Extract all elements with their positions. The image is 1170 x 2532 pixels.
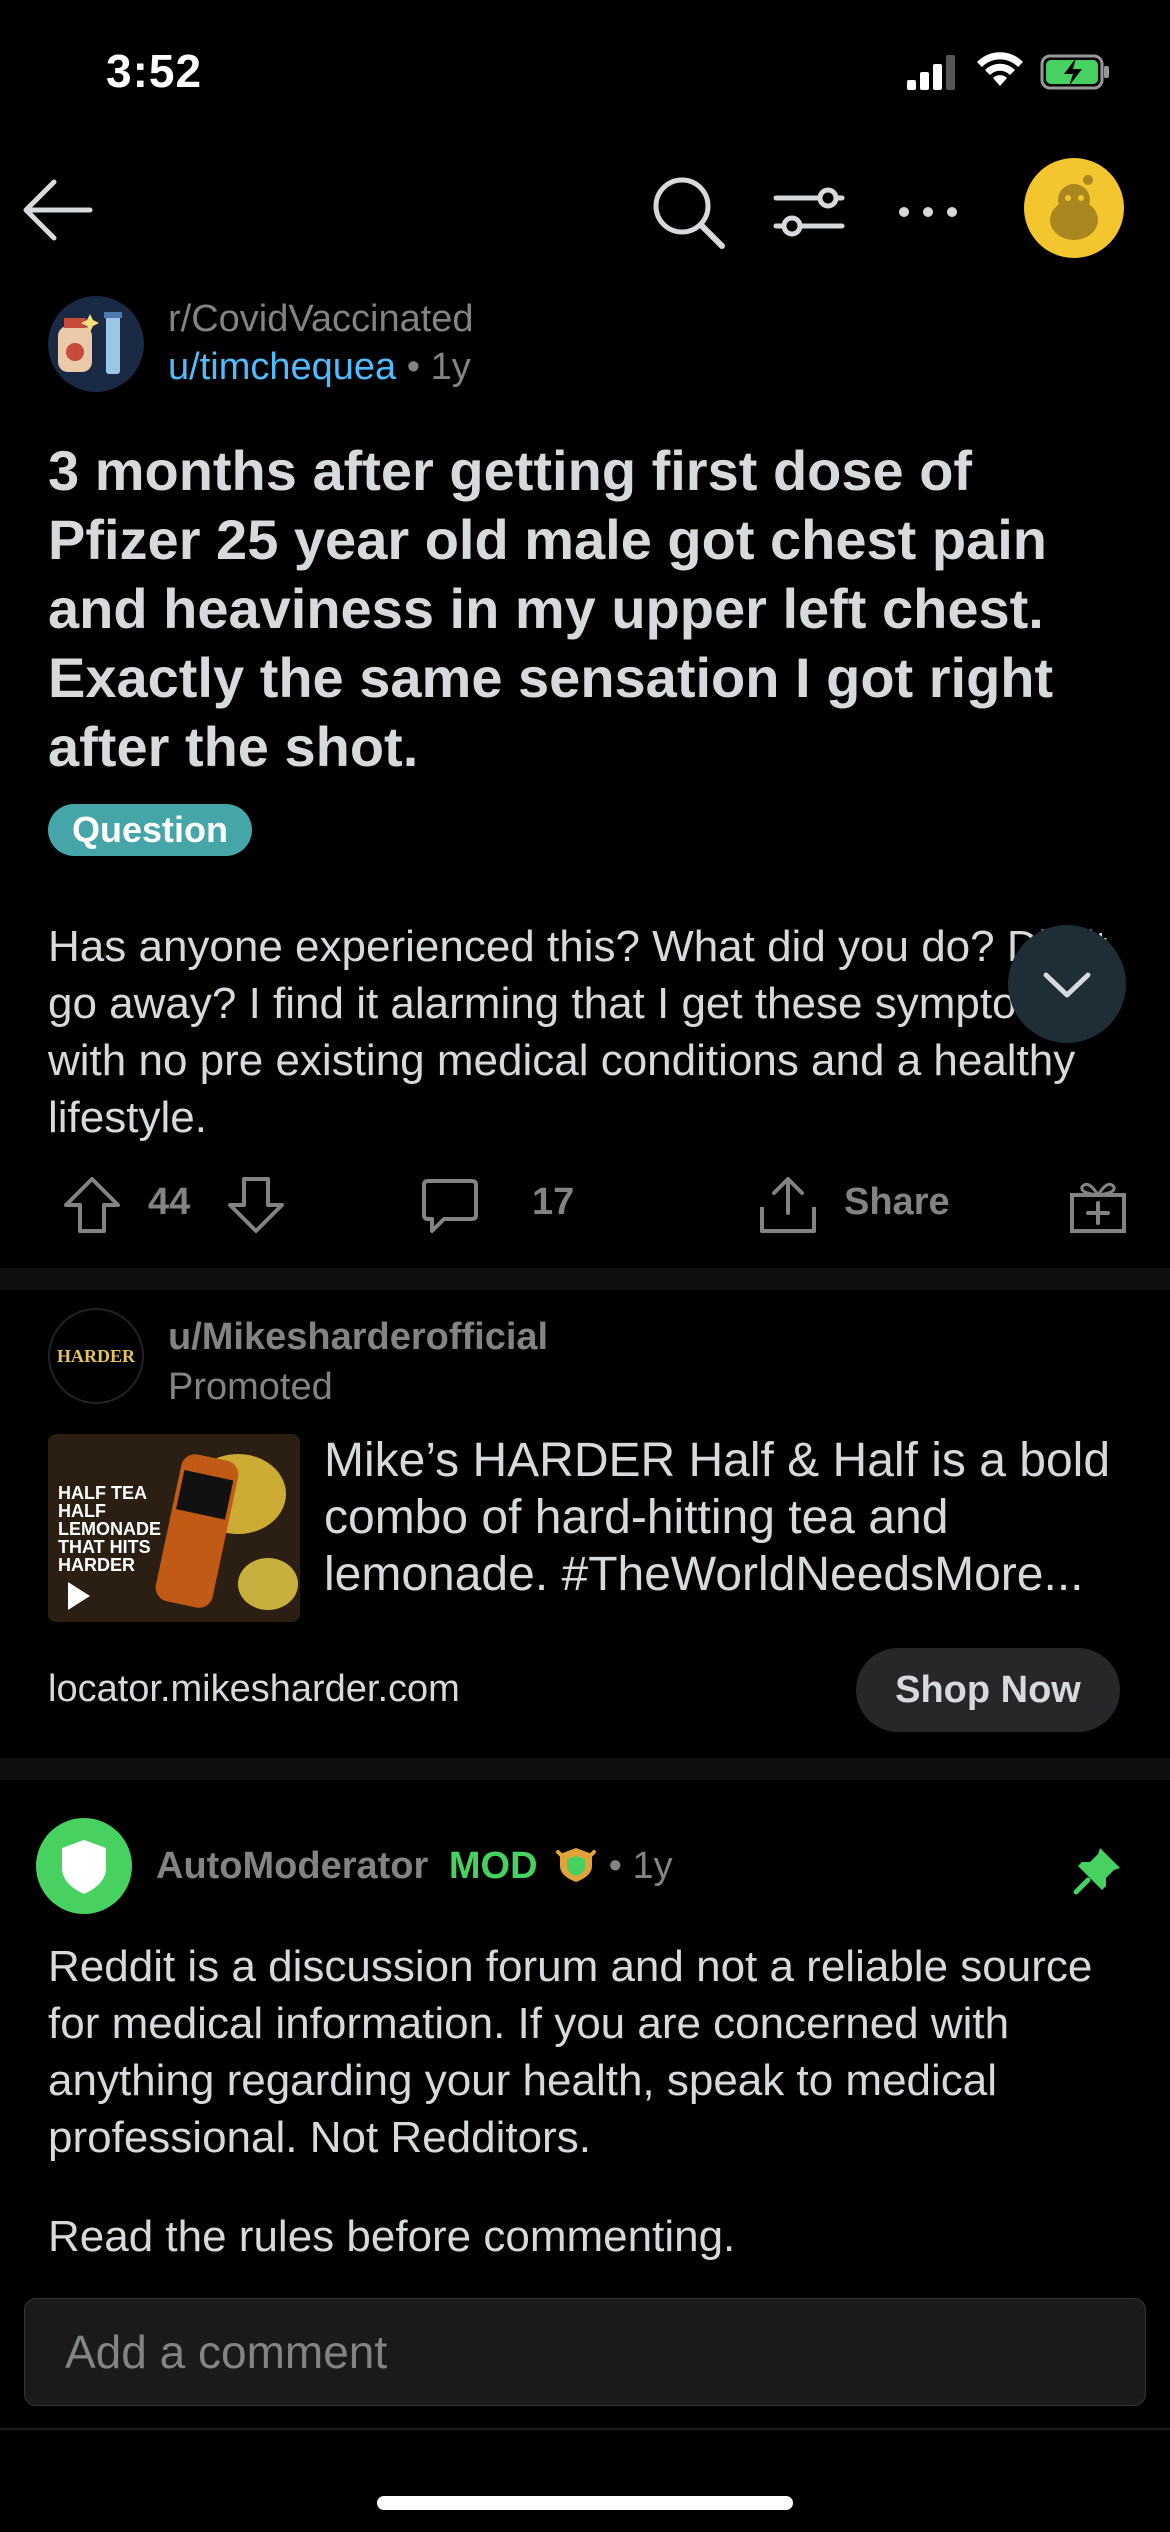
wifi-icon	[977, 52, 1023, 86]
author-link[interactable]: u/timchequea	[168, 346, 396, 388]
share-label[interactable]: Share	[844, 1181, 950, 1224]
vote-count: 44	[148, 1181, 191, 1223]
post-body: Has anyone experienced this? What did yo…	[48, 922, 1108, 1142]
harder-logo-icon: HARDER	[57, 1346, 136, 1366]
user-avatar[interactable]	[1024, 158, 1124, 258]
search-icon[interactable]	[648, 172, 728, 252]
snoo-avatar-icon	[1050, 175, 1098, 240]
comment-count[interactable]: 17	[532, 1181, 574, 1224]
subreddit-name[interactable]: r/CovidVaccinated	[168, 298, 474, 341]
comment-meta: AutoModerator MOD • 1y	[156, 1844, 673, 1888]
vaccine-icon	[58, 312, 122, 374]
shield-icon	[62, 1840, 106, 1894]
post-title: 3 months after getting first dose of Pfi…	[48, 439, 1054, 778]
post-action-bar: 44 17 Share	[0, 1165, 1170, 1245]
filter-icon[interactable]	[768, 172, 848, 252]
mod-shield-badge-icon	[556, 1848, 597, 1882]
downvote-icon[interactable]	[224, 1173, 288, 1237]
promoted-text[interactable]: Mike’s HARDER Half & Half is a bold comb…	[324, 1432, 1134, 1603]
comment-author[interactable]: AutoModerator	[156, 1845, 428, 1887]
top-nav-bar	[0, 150, 1170, 270]
status-time: 3:52	[106, 45, 203, 97]
award-icon[interactable]	[1066, 1173, 1130, 1237]
separator-dot: •	[608, 1845, 633, 1887]
comment-age: 1y	[632, 1845, 673, 1887]
shop-now-button[interactable]: Shop Now	[856, 1648, 1120, 1732]
home-indicator[interactable]	[377, 2496, 793, 2510]
promoted-video-thumbnail[interactable]: HALF TEA HALF LEMONADE THAT HITS HARDER	[48, 1434, 300, 1622]
comment-body: Reddit is a discussion forum and not a r…	[48, 1942, 1093, 2162]
comment-icon[interactable]	[418, 1173, 482, 1237]
separator-dot: •	[406, 346, 431, 388]
add-comment-input[interactable]	[24, 2298, 1146, 2406]
post-flair[interactable]: Question	[48, 804, 253, 856]
status-bar: 3:52	[0, 0, 1170, 150]
automoderator-avatar[interactable]	[36, 1818, 132, 1914]
comment-composer-bar	[0, 2262, 1170, 2532]
thumbnail-caption: HALF TEA HALF LEMONADE THAT HITS HARDER	[58, 1484, 161, 1574]
svg-text:HARDER: HARDER	[57, 1346, 136, 1366]
post-header: r/CovidVaccinated u/timchequea • 1y	[48, 294, 1128, 394]
mod-badge: MOD	[448, 1845, 538, 1887]
comment-body-continued: Read the rules before commenting.	[48, 2212, 736, 2261]
promoted-user[interactable]: u/Mikesharderofficial	[168, 1316, 548, 1359]
scroll-to-comments-button[interactable]	[1008, 925, 1126, 1043]
promoted-domain[interactable]: locator.mikesharder.com	[48, 1668, 460, 1711]
upvote-icon[interactable]	[60, 1173, 124, 1237]
battery-charging-icon	[1040, 54, 1109, 90]
signal-icon	[907, 55, 955, 90]
pin-icon	[1073, 1848, 1120, 1895]
more-icon[interactable]	[888, 172, 968, 252]
back-arrow-icon[interactable]	[20, 170, 100, 250]
section-divider	[0, 1268, 1170, 1290]
promoted-label: Promoted	[168, 1366, 333, 1408]
section-divider	[0, 1758, 1170, 1780]
post-age: 1y	[430, 346, 471, 388]
promoted-avatar[interactable]: HARDER	[48, 1308, 144, 1404]
chevron-down-icon	[1043, 972, 1091, 998]
author-line: u/timchequea • 1y	[168, 346, 471, 389]
divider	[0, 2428, 1170, 2430]
share-icon[interactable]	[756, 1173, 820, 1237]
subreddit-avatar[interactable]	[48, 296, 144, 392]
